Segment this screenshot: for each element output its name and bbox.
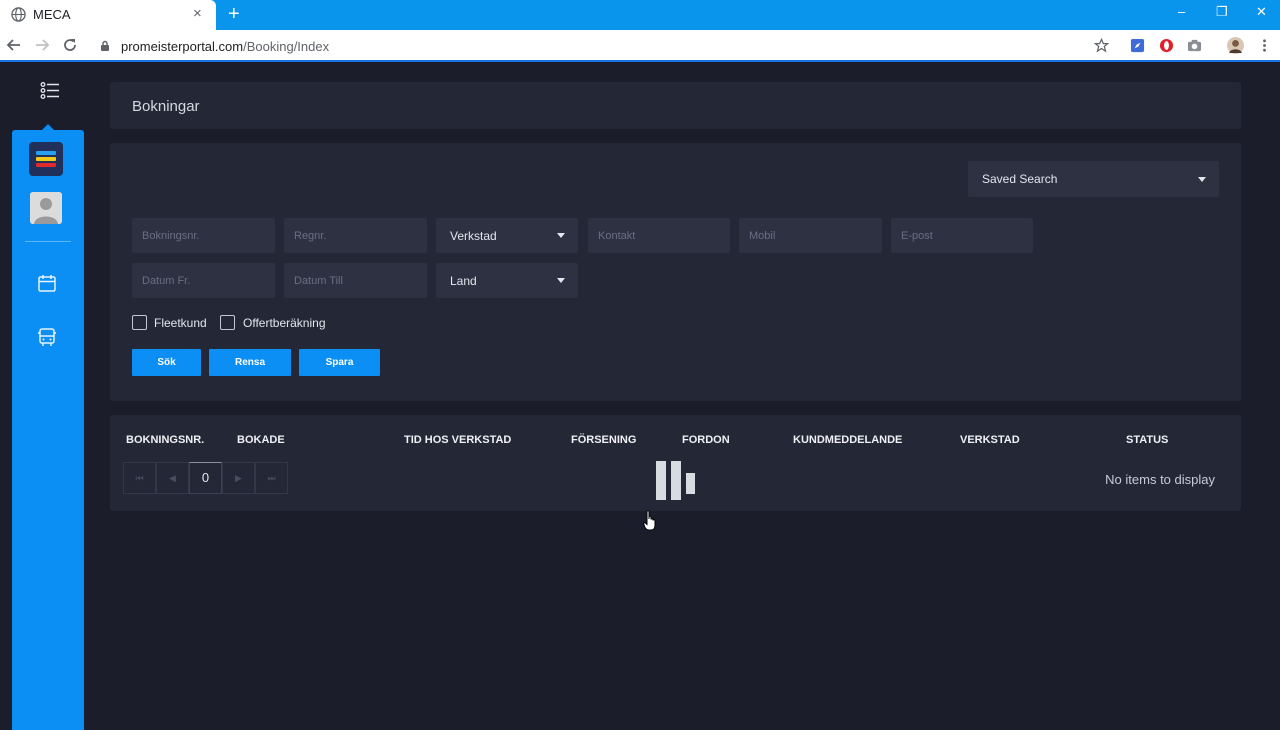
forward-icon[interactable] bbox=[34, 37, 50, 53]
new-tab-button[interactable]: + bbox=[228, 3, 240, 25]
extension-opera-icon[interactable] bbox=[1159, 38, 1174, 53]
offertberakning-label: Offertberäkning bbox=[243, 316, 326, 330]
regnr-field[interactable] bbox=[284, 218, 427, 253]
fleetkund-checkbox-row[interactable]: Fleetkund bbox=[132, 313, 232, 333]
fleetkund-checkbox[interactable] bbox=[132, 315, 147, 330]
results-grid: BOKNINGSNR. BOKADE TID HOS VERKSTAD FÖRS… bbox=[110, 415, 1241, 511]
column-header-verkstad[interactable]: VERKSTAD bbox=[960, 434, 1020, 446]
calendar-icon[interactable] bbox=[37, 273, 57, 293]
lock-icon bbox=[101, 40, 109, 51]
minimize-button[interactable]: – bbox=[1178, 4, 1185, 20]
epost-field[interactable] bbox=[891, 218, 1033, 253]
globe-icon bbox=[11, 7, 26, 22]
bokningsnr-input[interactable] bbox=[132, 218, 275, 253]
column-header-bokningsnr[interactable]: BOKNINGSNR. bbox=[126, 434, 204, 446]
save-button[interactable]: Spara bbox=[299, 349, 380, 376]
regnr-input[interactable] bbox=[284, 218, 427, 253]
pager-prev-icon[interactable]: ◀ bbox=[156, 462, 189, 494]
url-path: /Booking/Index bbox=[243, 39, 330, 54]
land-select-label: Land bbox=[450, 274, 477, 288]
hand-cursor-icon bbox=[643, 510, 656, 531]
extension-compass-icon[interactable] bbox=[1130, 38, 1145, 53]
saved-search-dropdown[interactable]: Saved Search bbox=[968, 161, 1219, 197]
sidebar bbox=[12, 130, 84, 730]
mobil-input[interactable] bbox=[739, 218, 882, 253]
epost-input[interactable] bbox=[891, 218, 1033, 253]
menu-list-icon[interactable] bbox=[40, 82, 60, 99]
restore-button[interactable]: ❐ bbox=[1216, 4, 1228, 20]
pager-current-page[interactable]: 0 bbox=[189, 462, 222, 494]
column-header-tid-hos-verkstad[interactable]: TID HOS VERKSTAD bbox=[404, 434, 511, 446]
close-window-button[interactable]: ✕ bbox=[1256, 4, 1267, 20]
url-domain: promeisterportal.com bbox=[121, 39, 244, 54]
app-root: Bokningar Saved Search Verkstad bbox=[0, 64, 1280, 730]
datum-till-input[interactable] bbox=[284, 263, 427, 298]
title-panel: Bokningar bbox=[110, 82, 1241, 129]
page-title: Bokningar bbox=[132, 98, 200, 115]
browser-tabstrip: MECA × + – ❐ ✕ bbox=[0, 0, 1280, 30]
mobil-field[interactable] bbox=[739, 218, 882, 253]
browser-tab[interactable]: MECA × bbox=[0, 0, 216, 30]
tab-close-icon[interactable]: × bbox=[193, 5, 202, 23]
chevron-down-icon bbox=[557, 233, 565, 238]
verkstad-select-label: Verkstad bbox=[450, 229, 497, 243]
column-header-status[interactable]: STATUS bbox=[1126, 434, 1168, 446]
user-avatar[interactable] bbox=[30, 192, 62, 224]
column-header-fordon[interactable]: FORDON bbox=[682, 434, 730, 446]
datum-fr-input[interactable] bbox=[132, 263, 275, 298]
browser-toolbar: promeisterportal.com/Booking/Index bbox=[0, 30, 1280, 62]
pager-next-icon[interactable]: ▶ bbox=[222, 462, 255, 494]
land-select[interactable]: Land bbox=[436, 263, 578, 298]
datum-till-field[interactable] bbox=[284, 263, 427, 298]
search-panel: Saved Search Verkstad Land bbox=[110, 143, 1241, 401]
datum-fr-field[interactable] bbox=[132, 263, 275, 298]
column-header-bokade[interactable]: BOKADE bbox=[237, 434, 285, 446]
back-icon[interactable] bbox=[6, 37, 22, 53]
kontakt-field[interactable] bbox=[588, 218, 730, 253]
reload-icon[interactable] bbox=[62, 37, 78, 53]
profile-avatar-icon[interactable] bbox=[1227, 37, 1244, 54]
chevron-down-icon bbox=[557, 278, 565, 283]
url-text: promeisterportal.com/Booking/Index bbox=[121, 39, 329, 54]
column-header-forsening[interactable]: FÖRSENING bbox=[571, 434, 636, 446]
pager-first-icon[interactable]: ⏮ bbox=[123, 462, 156, 494]
saved-search-label: Saved Search bbox=[982, 172, 1058, 186]
kontakt-input[interactable] bbox=[588, 218, 730, 253]
more-menu-icon[interactable] bbox=[1257, 38, 1272, 53]
offertberakning-checkbox-row[interactable]: Offertberäkning bbox=[220, 313, 350, 333]
bus-icon[interactable] bbox=[37, 327, 57, 347]
column-header-kundmeddelande[interactable]: KUNDMEDDELANDE bbox=[793, 434, 902, 446]
pager-last-icon[interactable]: ⏭ bbox=[255, 462, 288, 494]
chevron-down-icon bbox=[1198, 177, 1206, 182]
verkstad-select[interactable]: Verkstad bbox=[436, 218, 578, 253]
tab-title: MECA bbox=[33, 7, 71, 22]
fleetkund-label: Fleetkund bbox=[154, 316, 207, 330]
bokningsnr-field[interactable] bbox=[132, 218, 275, 253]
user-silhouette-icon bbox=[30, 192, 62, 224]
address-bar[interactable]: promeisterportal.com/Booking/Index bbox=[92, 34, 1122, 58]
clear-button[interactable]: Rensa bbox=[209, 349, 291, 376]
camera-icon[interactable] bbox=[1187, 38, 1202, 53]
app-logo[interactable] bbox=[29, 142, 63, 176]
sidebar-divider bbox=[25, 241, 71, 242]
offertberakning-checkbox[interactable] bbox=[220, 315, 235, 330]
search-button[interactable]: Sök bbox=[132, 349, 201, 376]
empty-state-message: No items to display bbox=[1105, 472, 1215, 487]
bookmark-star-icon[interactable] bbox=[1094, 38, 1109, 53]
